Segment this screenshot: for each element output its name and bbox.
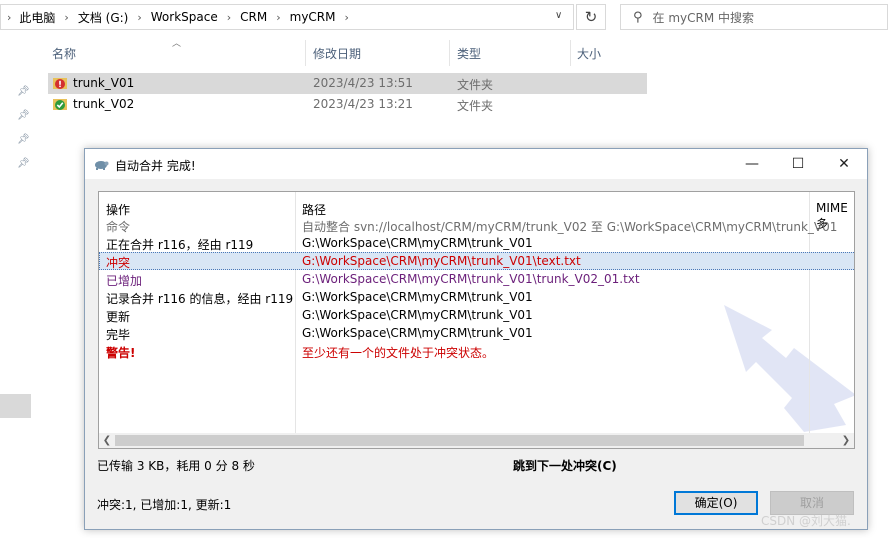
pin-icon[interactable]: 📌︎ xyxy=(17,158,30,169)
pin-icon[interactable]: 📌︎ xyxy=(17,86,30,97)
minimize-icon: — xyxy=(745,156,759,172)
merge-log-row[interactable]: 更新 G:\WorkSpace\CRM\myCRM\trunk_V01 xyxy=(99,306,854,324)
chevron-right-icon: › xyxy=(7,10,12,24)
merge-log-list[interactable]: 操作 路径 MIME 多 命令 自动整合 svn://localhost/CRM/… xyxy=(98,191,855,449)
merge-log-row[interactable]: 完毕 G:\WorkSpace\CRM\myCRM\trunk_V01 xyxy=(99,324,854,342)
merge-log-row[interactable]: 正在合并 r116，经由 r119 G:\WorkSpace\CRM\myCRM\… xyxy=(99,234,854,252)
folder-conflict-icon xyxy=(53,78,67,89)
file-type: 文件夹 xyxy=(457,99,494,113)
chevron-right-icon: › xyxy=(64,10,69,24)
row-action: 已增加 xyxy=(106,274,143,288)
merge-log-row[interactable]: 记录合并 r116 的信息，经由 r119 G:\WorkSpace\CRM\my… xyxy=(99,288,854,306)
row-path: G:\WorkSpace\CRM\myCRM\trunk_V01\text.tx… xyxy=(302,254,581,268)
navigation-pane: 📌︎ 📌︎ 📌︎ 📌︎ xyxy=(0,34,34,538)
file-name: trunk_V02 xyxy=(73,97,135,111)
row-path: 至少还有一个的文件处于冲突状态。 xyxy=(302,346,495,360)
pin-icon[interactable]: 📌︎ xyxy=(17,110,30,121)
close-button[interactable]: ✕ xyxy=(821,149,867,179)
row-action: 完毕 xyxy=(106,328,131,342)
next-conflict-link[interactable]: 跳到下一处冲突(C) xyxy=(513,457,617,474)
search-icon: ⚲ xyxy=(633,9,643,25)
close-icon: ✕ xyxy=(838,156,850,172)
pin-icon[interactable]: 📌︎ xyxy=(17,134,30,145)
column-header-type[interactable]: 类型 xyxy=(457,45,481,62)
tortoisesvn-icon xyxy=(95,161,109,170)
file-date: 2023/4/23 13:51 xyxy=(313,76,413,90)
column-divider[interactable] xyxy=(305,40,306,66)
search-placeholder: 在 myCRM 中搜索 xyxy=(652,10,755,25)
column-header-size[interactable]: 大小 xyxy=(577,45,601,62)
row-action: 命令 xyxy=(106,220,131,234)
search-input[interactable]: ⚲ 在 myCRM 中搜索 xyxy=(620,4,888,30)
folder-normal-icon xyxy=(53,99,67,110)
column-header-date[interactable]: 修改日期 xyxy=(313,45,361,62)
maximize-button[interactable]: ☐ xyxy=(775,149,821,179)
maximize-icon: ☐ xyxy=(791,156,805,172)
explorer-address-row: › 此电脑 › 文档 (G:) › WorkSpace › CRM › myCR… xyxy=(0,0,888,34)
column-header-name[interactable]: 名称 xyxy=(52,45,76,62)
dialog-title: 自动合并 完成! xyxy=(115,159,196,173)
address-bar[interactable]: › 此电脑 › 文档 (G:) › WorkSpace › CRM › myCR… xyxy=(0,4,574,30)
chevron-right-icon: › xyxy=(137,10,142,24)
merge-dialog: 自动合并 完成! — ☐ ✕ 操作 路径 MIME 多 命令 自动整合 svn:/… xyxy=(84,148,868,530)
breadcrumb-workspace[interactable]: WorkSpace xyxy=(147,10,222,24)
breadcrumb-this-pc[interactable]: 此电脑 xyxy=(15,9,59,26)
column-divider[interactable] xyxy=(570,40,571,66)
row-action: 更新 xyxy=(106,310,131,324)
row-action: 警告! xyxy=(106,346,136,360)
file-row[interactable]: trunk_V02 2023/4/23 13:21 文件夹 xyxy=(48,94,647,115)
file-row[interactable]: trunk_V01 2023/4/23 13:51 文件夹 xyxy=(48,73,647,94)
row-action: 正在合并 r116，经由 r119 xyxy=(106,238,254,252)
merge-log-row[interactable]: 已增加 G:\WorkSpace\CRM\myCRM\trunk_V01\trun… xyxy=(99,270,854,288)
minimize-button[interactable]: — xyxy=(729,149,775,179)
refresh-button[interactable]: ↻ xyxy=(576,4,606,30)
chevron-right-icon: › xyxy=(276,10,281,24)
refresh-icon: ↻ xyxy=(584,8,598,26)
dialog-titlebar[interactable]: 自动合并 完成! — ☐ ✕ xyxy=(85,149,867,179)
file-date: 2023/4/23 13:21 xyxy=(313,97,413,111)
nav-selected-item[interactable] xyxy=(0,394,31,418)
column-divider[interactable] xyxy=(449,40,450,66)
sort-ascending-icon: ︿ xyxy=(172,39,182,49)
chevron-right-icon: › xyxy=(344,10,349,24)
row-path: G:\WorkSpace\CRM\myCRM\trunk_V01 xyxy=(302,236,533,250)
horizontal-scrollbar[interactable]: ❮ ❯ xyxy=(99,433,854,448)
merge-log-row[interactable]: 警告! 至少还有一个的文件处于冲突状态。 xyxy=(99,342,854,360)
row-path: 自动整合 svn://localhost/CRM/myCRM/trunk_V02… xyxy=(302,220,838,234)
row-path: G:\WorkSpace\CRM\myCRM\trunk_V01 xyxy=(302,290,533,304)
breadcrumb-mycrm[interactable]: myCRM xyxy=(286,10,340,24)
address-history-chevron-down-icon[interactable]: ∨ xyxy=(555,10,562,21)
row-path: G:\WorkSpace\CRM\myCRM\trunk_V01\trunk_V… xyxy=(302,272,640,286)
transfer-info: 已传输 3 KB，耗用 0 分 8 秒 xyxy=(97,459,255,473)
file-name: trunk_V01 xyxy=(73,76,135,90)
scroll-left-icon[interactable]: ❮ xyxy=(99,433,115,448)
file-type: 文件夹 xyxy=(457,78,494,92)
merge-log-row[interactable]: 冲突 G:\WorkSpace\CRM\myCRM\trunk_V01\text.… xyxy=(99,252,854,270)
chevron-right-icon: › xyxy=(226,10,232,24)
row-path: G:\WorkSpace\CRM\myCRM\trunk_V01 xyxy=(302,326,533,340)
watermark-text: CSDN @刘大猫. xyxy=(761,514,851,528)
scroll-right-icon[interactable]: ❯ xyxy=(838,433,854,448)
breadcrumb-drive-g[interactable]: 文档 (G:) xyxy=(74,9,133,26)
row-action: 冲突 xyxy=(106,256,131,270)
merge-log-row[interactable]: 命令 自动整合 svn://localhost/CRM/myCRM/trunk_V… xyxy=(99,216,854,234)
merge-summary: 冲突:1, 已增加:1, 更新:1 xyxy=(97,498,232,512)
row-path: G:\WorkSpace\CRM\myCRM\trunk_V01 xyxy=(302,308,533,322)
scrollbar-thumb[interactable] xyxy=(115,435,804,446)
breadcrumb-crm[interactable]: CRM xyxy=(236,10,271,24)
ok-button[interactable]: 确定(O) xyxy=(674,491,758,515)
row-action: 记录合并 r116 的信息，经由 r119 xyxy=(106,292,294,306)
